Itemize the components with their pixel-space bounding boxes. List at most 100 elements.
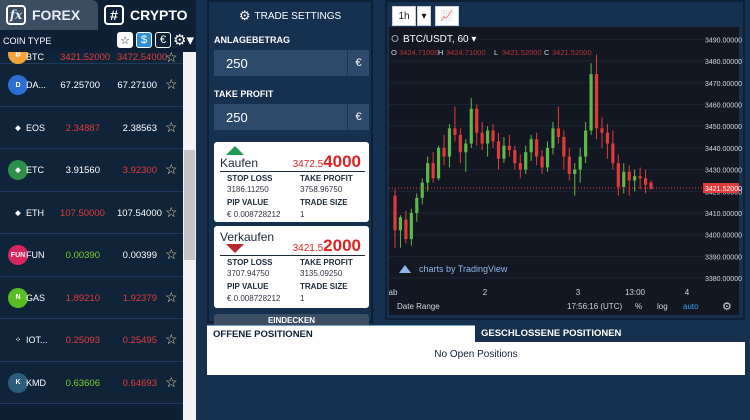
tab-forex[interactable]: fx FOREX	[0, 0, 98, 30]
coin-list-scroll-thumb[interactable]	[184, 150, 195, 260]
coin-bid: 0.63606	[65, 377, 100, 389]
coin-name: KMD	[26, 377, 46, 388]
euro-icon: €	[159, 34, 167, 46]
coin-logo-icon: ◆	[8, 202, 28, 223]
buy-pip-label: PIP VALUE	[227, 198, 269, 207]
buy-pip-value: € 0.008728212	[227, 210, 281, 219]
tab-crypto[interactable]: # CRYPTO	[98, 0, 196, 30]
candle-body	[578, 156, 582, 170]
coin-name: ETC	[26, 165, 44, 175]
price-axis: 3490.00000 3480.00000 3470.00000 3460.00000…	[703, 27, 742, 297]
tab-crypto-label: CRYPTO	[130, 7, 188, 23]
sell-stop-loss-value: 3707.94750	[227, 269, 270, 278]
candle-body	[491, 130, 495, 142]
favorite-star-icon[interactable]: ☆	[165, 289, 178, 306]
candle-body	[622, 171, 626, 187]
buy-action-label: Kaufen	[220, 156, 259, 170]
coin-row[interactable]: ◆ ETH 107.50000 107.54000 ☆	[0, 191, 183, 234]
candle-body	[436, 147, 441, 179]
buy-price: 3472.54000	[293, 152, 361, 172]
candle-body	[442, 147, 446, 157]
coin-row[interactable]: ◆ ETC 3.91560 3.92300 ☆	[0, 149, 183, 192]
tab-closed-positions[interactable]: GESCHLOSSENE POSITIONEN	[475, 325, 745, 342]
favorite-star-icon[interactable]: ☆	[165, 204, 178, 221]
interval-select[interactable]: 1h	[392, 6, 416, 26]
coin-name: EOS	[26, 122, 46, 133]
coin-ask: 3.92300	[122, 165, 157, 176]
coin-ask: 2.38563	[122, 122, 157, 134]
chart-settings-gear-icon[interactable]: ⚙	[722, 300, 732, 313]
coin-type-label: COIN TYPE	[3, 36, 52, 46]
ohlc-value: 3424.71000	[446, 48, 486, 57]
x-tick-label: 2	[483, 288, 488, 297]
favorite-star-icon[interactable]: ☆	[165, 76, 178, 93]
tradingview-cloud-icon	[399, 265, 411, 273]
usd-currency-button[interactable]: $	[136, 32, 152, 48]
y-tick-label: 3400.00000	[705, 233, 742, 240]
amount-field[interactable]: 250 €	[214, 50, 369, 76]
percent-scale-toggle[interactable]: %	[635, 302, 642, 311]
ohlc-key: H	[438, 48, 443, 57]
favorite-star-icon[interactable]: ☆	[165, 374, 178, 391]
ohlc-value: 3421.52000	[552, 48, 592, 57]
interval-dropdown-button[interactable]: ▾	[417, 6, 431, 26]
candle-body	[600, 128, 604, 133]
buy-size-label: TRADE SIZE	[300, 198, 348, 207]
candle-body	[649, 182, 653, 190]
indicators-button[interactable]: 📈	[435, 6, 459, 26]
take-profit-field[interactable]: 250 €	[214, 104, 369, 130]
dollar-icon: $	[140, 34, 148, 46]
auto-scale-toggle[interactable]: auto	[683, 302, 699, 311]
coin-row[interactable]: ₿ BTC 3421.52000 3472.54000 ☆	[0, 52, 183, 65]
log-scale-toggle[interactable]: log	[657, 302, 668, 311]
tab-open-positions[interactable]: OFFENE POSITIONEN	[207, 325, 475, 342]
coin-list-panel: fx FOREX # CRYPTO COIN TYPE ☆ $ € ⚙▾ ₿ BT…	[0, 0, 196, 420]
sell-price-main: 3421.5	[292, 243, 324, 254]
coin-row[interactable]: ◆ EOS 2.34887 2.38563 ☆	[0, 106, 183, 149]
coin-row[interactable]: ⁘ IOT... 0.25093 0.25495 ☆	[0, 319, 183, 362]
candle-body	[589, 74, 593, 131]
coin-row[interactable]: K KMD 0.63606 0.64693 ☆	[0, 361, 183, 404]
candle-body	[485, 130, 490, 144]
price-axis-canvas: 3490.00000 3480.00000 3470.00000 3460.00000…	[703, 37, 742, 283]
candle-body	[633, 176, 637, 181]
candle-body	[415, 197, 419, 214]
favorite-star-icon[interactable]: ☆	[165, 331, 178, 348]
sell-action-label: Verkaufen	[220, 230, 275, 244]
candle-body	[551, 128, 555, 148]
eur-currency-button[interactable]: €	[155, 32, 171, 48]
coin-bid: 67.25700	[60, 80, 100, 91]
buy-take-profit-label: TAKE PROFIT	[300, 174, 353, 183]
coin-ask: 0.64693	[122, 377, 157, 389]
favorite-star-icon[interactable]: ☆	[165, 119, 178, 136]
coin-name: GAS	[26, 292, 46, 303]
buy-card[interactable]: Kaufen 3472.54000 STOP LOSS TAKE PROFIT …	[214, 142, 369, 222]
y-tick-label: 3390.00000	[705, 254, 742, 261]
chart-time: 17:56:16 (UTC)	[567, 302, 623, 311]
candle-body	[638, 176, 642, 179]
coin-logo-icon: K	[8, 372, 28, 393]
favorite-star-icon[interactable]: ☆	[165, 246, 178, 263]
buy-stop-loss-value: 3186.11250	[227, 185, 269, 194]
y-tick-label: 3430.00000	[705, 168, 742, 175]
price-chart[interactable]: ab 2 3 13:00 4 BTC/USDT, 60 ▾ O 3424.71000 H 3424…	[389, 27, 721, 297]
candle-body	[627, 171, 631, 181]
sell-size-label: TRADE SIZE	[300, 282, 348, 291]
candle-body	[605, 132, 610, 144]
settings-gear-icon[interactable]: ⚙▾	[173, 31, 194, 49]
coin-ask: 0.25495	[122, 335, 157, 346]
positions-footer	[207, 366, 745, 375]
favorite-star-icon[interactable]: ☆	[165, 161, 178, 178]
coin-row[interactable]: FUN FUN 0.00390 0.00399 ☆	[0, 234, 183, 277]
coin-row[interactable]: N GAS 1.89210 1.92379 ☆	[0, 276, 183, 319]
coin-bid: 2.34887	[65, 122, 100, 134]
sell-card[interactable]: Verkaufen 3421.52000 STOP LOSS TAKE PROF…	[214, 226, 369, 308]
coin-ask: 67.27100	[117, 80, 157, 91]
date-range-button[interactable]: Date Range	[397, 302, 440, 311]
candle-body	[480, 132, 484, 144]
candle-body	[584, 130, 588, 157]
coin-row[interactable]: D DA... 67.25700 67.27100 ☆	[0, 64, 183, 107]
favorites-filter-button[interactable]: ☆	[117, 32, 133, 48]
y-tick-label: 3440.00000	[705, 146, 742, 153]
candle-body	[616, 163, 620, 187]
